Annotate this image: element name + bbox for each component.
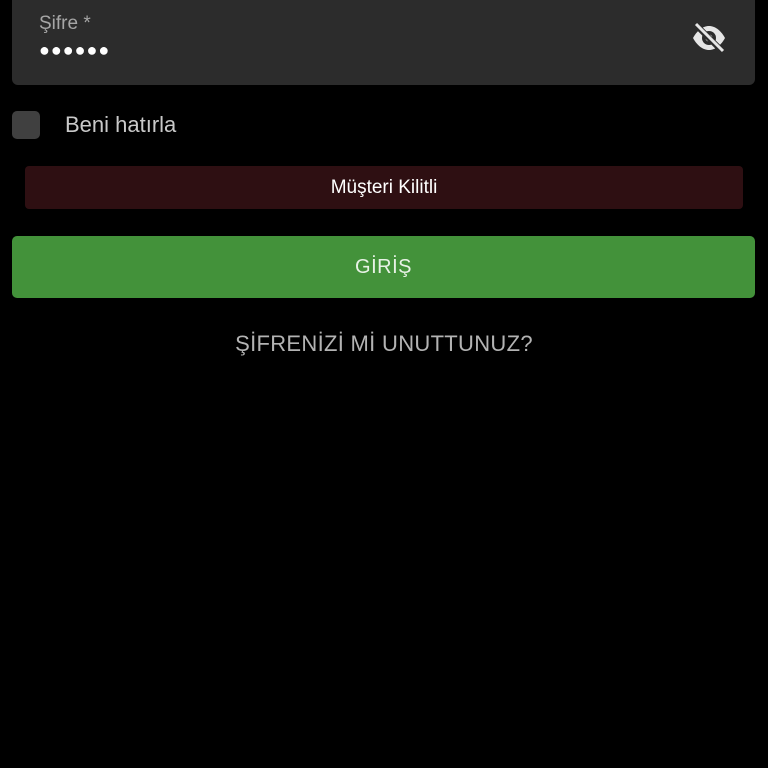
login-button-label: GİRİŞ [355,255,412,278]
remember-me-checkbox[interactable] [12,111,40,139]
login-screen: Şifre * ●●●●●● Beni hatırla Müşteri Kili… [0,0,768,768]
remember-me-row[interactable]: Beni hatırla [12,110,176,140]
customer-locked-banner: Müşteri Kilitli [25,166,743,209]
eye-off-icon[interactable] [691,21,727,55]
password-value[interactable]: ●●●●●● [39,41,110,59]
password-label: Şifre * [39,13,91,34]
password-field[interactable]: Şifre * ●●●●●● [12,0,755,85]
forgot-password-link[interactable]: ŞİFRENİZİ Mİ UNUTTUNUZ? [0,331,768,357]
remember-me-label[interactable]: Beni hatırla [65,112,176,138]
customer-locked-text: Müşteri Kilitli [330,176,438,198]
login-button[interactable]: GİRİŞ [12,236,755,298]
